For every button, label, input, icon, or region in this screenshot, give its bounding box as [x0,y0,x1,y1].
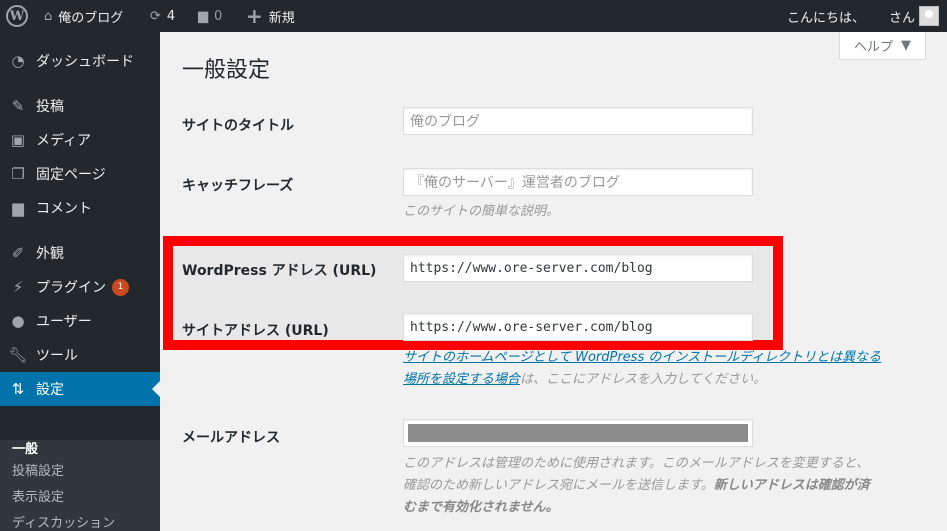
site-address-help-link-1[interactable]: サイトのホームページとして WordPress のインストールディレクトリとは異… [403,347,923,369]
site-title-label: サイトのタイトル [182,118,294,134]
page-icon: ❐ [11,165,25,183]
plugin-icon: ⚡ [12,278,24,296]
wp-address-label: WordPress アドレス (URL) [182,263,377,279]
menu-item-settings[interactable]: ⇅ 設定 [0,372,160,406]
wordpress-logo-icon[interactable]: W [6,5,28,27]
menu-label: 外観 [36,246,64,262]
plus-icon: + [246,4,263,28]
updates-link[interactable]: ⟳ 4 [150,0,175,32]
comments-count: 0 [214,8,223,24]
comment-icon: ▆ [12,199,24,217]
menu-label: コメント [36,201,92,217]
menu-item-comments[interactable]: ▆ コメント [0,191,160,225]
redacted-email-value [408,424,748,442]
menu-label: ツール [36,348,78,364]
menu-label: ユーザー [36,314,92,330]
settings-submenu: 一般 投稿設定 表示設定 ディスカッション [0,440,160,531]
menu-label: 設定 [36,382,64,398]
email-label: メールアドレス [182,430,280,446]
pin-icon: ✎ [11,97,25,115]
email-description-line1: このアドレスは管理のために使用されます。このメールアドレスを変更すると、 [403,456,870,471]
menu-item-media[interactable]: ▣ メディア [0,123,160,157]
menu-item-plugins[interactable]: ⚡ プラグイン 1 [0,270,160,304]
comments-link[interactable]: ▆ 0 [198,0,222,32]
tagline-label: キャッチフレーズ [182,178,294,194]
avatar[interactable] [919,6,939,26]
site-address-description-text: は、ここにアドレスを入力してください。 [520,372,767,387]
updates-count: 4 [166,8,176,24]
menu-item-dashboard[interactable]: ◔ ダッシュボード [0,44,160,78]
menu-item-tools[interactable]: 🔧︎ ツール [0,338,160,372]
tagline-input[interactable]: 『俺のサーバー』運営者のブログ [403,168,753,196]
submenu-general[interactable]: 一般 [12,438,38,457]
dashboard-icon: ◔ [11,52,25,70]
menu-item-appearance[interactable]: ✐ 外観 [0,236,160,270]
settings-icon: ⇅ [11,380,25,398]
menu-label: 投稿 [36,99,64,115]
wp-address-input[interactable]: https://www.ore-server.com/blog [403,254,753,282]
new-content-link[interactable]: + 新規 [246,0,295,32]
site-address-description: サイトのホームページとして WordPress のインストールディレクトリとは異… [403,350,923,391]
submenu-discussion[interactable]: ディスカッション [12,512,115,531]
submenu-reading[interactable]: 表示設定 [12,486,64,505]
tagline-description: このサイトの簡単な説明。 [403,204,560,219]
email-description-bold-2: むまで有効化されません。 [403,500,559,515]
greeting-text[interactable]: こんにちは、 [787,0,865,32]
brush-icon: ✐ [11,244,25,262]
site-title-input[interactable]: 俺のブログ [403,107,753,135]
email-description-bold-1: 新しいアドレスは確認が済 [713,478,870,493]
menu-label: ダッシュボード [36,54,134,70]
greeting-suffix[interactable]: さん [889,0,915,32]
help-tab-button[interactable]: ヘルプ ▼ [839,32,926,60]
site-address-help-link-2[interactable]: 場所を設定する場合 [403,372,520,387]
help-label: ヘルプ [853,40,893,55]
home-icon: ⌂ [44,8,53,24]
admin-sidebar: ◔ ダッシュボード ✎ 投稿 ▣ メディア ❐ 固定ページ ▆ コメント ✐ 外… [0,32,160,531]
menu-item-users[interactable]: ● ユーザー [0,304,160,338]
submenu-writing[interactable]: 投稿設定 [12,460,64,479]
email-description-line2: 確認のため新しいアドレス宛にメールを送信します。 [403,478,714,493]
refresh-icon: ⟳ [150,8,161,24]
email-description: このアドレスは管理のために使用されます。このメールアドレスを変更すると、 確認の… [403,453,923,519]
user-icon: ● [11,312,25,330]
menu-item-pages[interactable]: ❐ 固定ページ [0,157,160,191]
menu-label: プラグイン [36,280,106,296]
comment-bubble-icon: ▆ [198,8,208,24]
site-name-link[interactable]: ⌂ 俺のブログ [44,0,123,32]
site-address-label: サイトアドレス (URL) [182,323,329,339]
plugin-update-badge: 1 [112,278,129,296]
site-address-input[interactable]: https://www.ore-server.com/blog [403,313,753,341]
page-title: 一般設定 [182,58,271,83]
admin-bar: W ⌂ 俺のブログ ⟳ 4 ▆ 0 + 新規 こんにちは、 さん [0,0,947,32]
site-name-label: 俺のブログ [58,10,124,26]
menu-item-posts[interactable]: ✎ 投稿 [0,89,160,123]
menu-label: メディア [36,133,92,149]
new-label: 新規 [268,10,295,26]
caret-down-icon: ▼ [901,38,911,53]
wrench-icon: 🔧︎ [8,346,28,364]
media-icon: ▣ [10,131,26,149]
email-input[interactable] [403,419,753,447]
menu-label: 固定ページ [36,167,106,183]
